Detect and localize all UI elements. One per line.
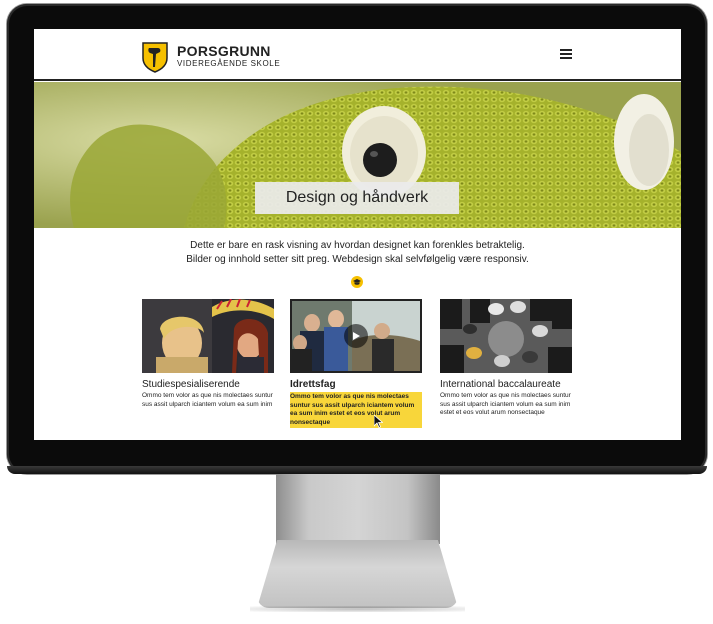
website-screen: PORSGRUNN VIDEREGÅENDE SKOLE Design og h… [34,29,681,440]
card-title[interactable]: Idrettsfag [290,379,422,390]
program-card-idrettsfag[interactable]: Idrettsfag Ommo tem volor as que nis mol… [290,299,422,428]
card-video-thumbnail[interactable] [290,299,422,373]
card-description: Ommo tem volor as que nis molectaes sunt… [142,392,273,408]
graduation-cap-icon [351,276,363,288]
hero-banner: Design og håndverk [34,82,681,228]
brand-subtitle: VIDEREGÅENDE SKOLE [177,59,281,68]
intro-line-1: Dette er bare en rask visning av hvordan… [190,240,525,251]
mouse-cursor-icon [374,415,383,428]
card-description: Ommo tem volor as que nis molectaes sunt… [440,392,571,416]
card-title[interactable]: International baccalaureate [440,379,572,390]
card-title[interactable]: Studiespesialiserende [142,379,274,390]
card-image[interactable] [440,299,572,373]
site-header: PORSGRUNN VIDEREGÅENDE SKOLE [34,29,681,81]
program-card-studiespesialiserende[interactable]: Studiespesialiserende Ommo tem volor as … [142,299,274,409]
card-image[interactable] [142,299,274,373]
monitor-stand-neck [276,474,440,544]
monitor-stand-base [257,540,458,608]
play-icon[interactable] [344,324,368,348]
card-description-selected: Ommo tem volor as que nis molectaes sunt… [290,392,422,428]
program-card-international-baccalaureate[interactable]: International baccalaureate Ommo tem vol… [440,299,572,418]
intro-text: Dette er bare en rask visning av hvordan… [34,239,681,267]
shield-axe-icon[interactable] [142,42,168,73]
brand-name[interactable]: PORSGRUNN [177,43,271,59]
hamburger-menu-icon[interactable] [560,49,572,59]
monitor-stand-shadow [250,606,465,612]
intro-line-2: Bilder og innhold setter sitt preg. Webd… [186,254,529,265]
hero-title: Design og håndverk [255,182,459,214]
